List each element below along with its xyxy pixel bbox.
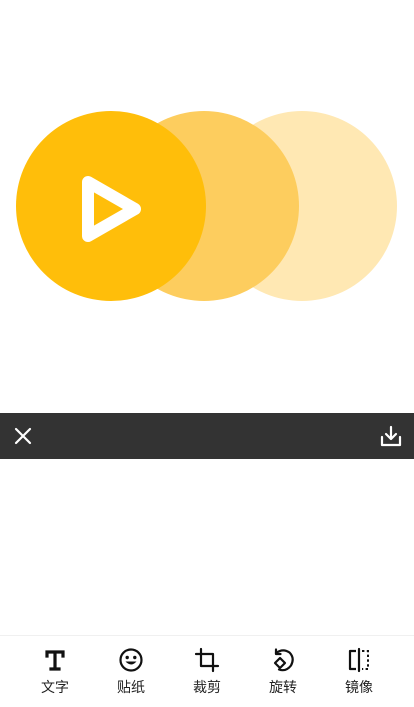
crop-icon xyxy=(193,646,221,674)
tool-label: 文字 xyxy=(41,680,69,696)
save-button[interactable] xyxy=(368,413,414,459)
action-bar xyxy=(0,413,414,459)
text-icon xyxy=(41,646,69,674)
close-button[interactable] xyxy=(0,413,46,459)
tool-label: 旋转 xyxy=(269,680,297,696)
image-editor-screen: 文字 贴纸 裁剪 旋转 镜像 xyxy=(0,0,414,707)
crop-tool-button[interactable]: 裁剪 xyxy=(169,646,245,702)
sticker-tool-button[interactable]: 贴纸 xyxy=(93,646,169,702)
mirror-tool-button[interactable]: 镜像 xyxy=(321,646,397,702)
edit-toolbar: 文字 贴纸 裁剪 旋转 镜像 xyxy=(0,635,414,707)
tool-label: 贴纸 xyxy=(117,680,145,696)
logo-image xyxy=(16,111,397,301)
logo-circle-primary xyxy=(16,111,206,301)
rotate-tool-button[interactable]: 旋转 xyxy=(245,646,321,702)
sticker-icon xyxy=(117,646,145,674)
empty-panel xyxy=(0,459,414,635)
text-tool-button[interactable]: 文字 xyxy=(17,646,93,702)
close-icon xyxy=(14,427,32,445)
download-icon xyxy=(380,425,402,447)
rotate-icon xyxy=(269,646,297,674)
tool-label: 裁剪 xyxy=(193,680,221,696)
mirror-icon xyxy=(345,646,373,674)
image-canvas[interactable] xyxy=(0,0,414,413)
tool-label: 镜像 xyxy=(345,680,373,696)
